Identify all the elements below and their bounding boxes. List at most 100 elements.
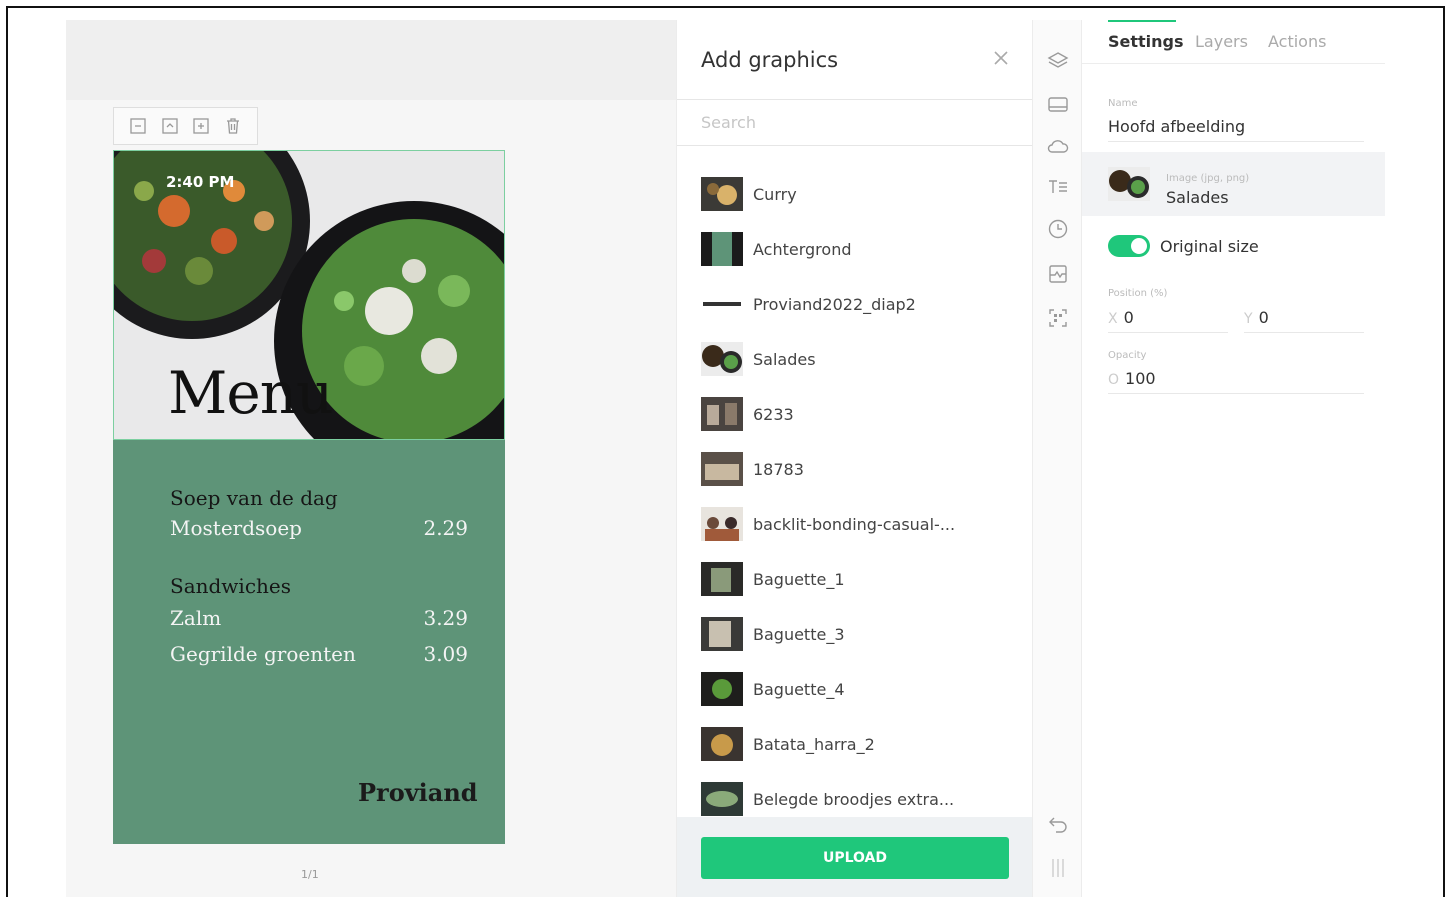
name-field[interactable]: Hoofd afbeelding: [1108, 117, 1245, 136]
graphic-item-belegde-broodjes[interactable]: Belegde broodjes extra...: [701, 779, 1021, 819]
thumbnail: [701, 672, 743, 706]
item-name: Mosterdsoep: [170, 516, 302, 540]
settings-panel: Settings Layers Actions Name Hoofd afbee…: [1082, 20, 1385, 897]
graphic-item-salades[interactable]: Salades: [701, 339, 1021, 379]
qr-scan-icon[interactable]: [1046, 306, 1070, 330]
menu-item: Zalm 3.29: [170, 606, 468, 630]
search-bar: [677, 100, 1033, 146]
undo-icon[interactable]: [1046, 812, 1070, 836]
opacity-label: Opacity: [1108, 350, 1147, 361]
menu-item: Gegrilde groenten 3.09: [170, 642, 468, 666]
add-graphics-panel: Add graphics Curry Achtergrond Proviand2…: [676, 20, 1033, 897]
section-heading: Sandwiches: [170, 574, 292, 598]
image-label: Image (jpg, png): [1166, 173, 1250, 184]
app-frame: 2:40 PM Menu Soep van de dag Mosterdsoep…: [6, 6, 1445, 897]
menu-design[interactable]: 2:40 PM Menu Soep van de dag Mosterdsoep…: [113, 150, 505, 844]
y-value: 0: [1258, 308, 1269, 327]
thumbnail: [701, 782, 743, 816]
item-price: 3.29: [423, 606, 468, 630]
thumbnail: [701, 177, 743, 211]
active-tab-indicator: [1108, 20, 1176, 22]
trash-icon[interactable]: [224, 117, 242, 135]
graphic-label: Baguette_4: [753, 679, 845, 699]
layers-icon[interactable]: [1046, 49, 1070, 73]
item-name: Gegrilde groenten: [170, 642, 356, 666]
graphic-label: Curry: [753, 184, 797, 204]
text-icon[interactable]: [1046, 175, 1070, 199]
original-size-label: Original size: [1160, 237, 1259, 256]
item-price: 2.29: [423, 516, 468, 540]
x-value: 0: [1123, 308, 1134, 327]
divider: [1244, 332, 1364, 333]
graphic-label: Belegde broodjes extra...: [753, 789, 955, 809]
position-y-field[interactable]: Y0: [1244, 308, 1269, 327]
thumbnail: [701, 342, 743, 376]
menu-item: Mosterdsoep 2.29: [170, 516, 468, 540]
graphic-label: Proviand2022_diap2: [753, 294, 916, 314]
image-icon[interactable]: [1046, 262, 1070, 286]
item-name: Zalm: [170, 606, 222, 630]
graphic-item-proviand[interactable]: Proviand2022_diap2: [701, 284, 1021, 324]
graphic-label: Salades: [753, 349, 816, 369]
tool-rail: [1032, 20, 1082, 897]
graphic-label: backlit-bonding-casual-...: [753, 514, 956, 534]
graphic-item-baguette-1[interactable]: Baguette_1: [701, 559, 1021, 599]
position-x-field[interactable]: X0: [1108, 308, 1134, 327]
close-icon[interactable]: [991, 48, 1011, 68]
search-input[interactable]: [701, 110, 1001, 134]
divider: [1108, 332, 1228, 333]
salad-photo[interactable]: 2:40 PM Menu: [113, 150, 505, 440]
thumbnail: [701, 452, 743, 486]
graphic-label: Baguette_1: [753, 569, 845, 589]
graphic-label: 18783: [753, 459, 804, 479]
upload-button[interactable]: UPLOAD: [701, 837, 1009, 879]
graphic-item-baguette-4[interactable]: Baguette_4: [701, 669, 1021, 709]
image-thumbnail: [1108, 167, 1150, 201]
graphic-label: Achtergrond: [753, 239, 852, 259]
page-indicator: 1/1: [301, 868, 319, 881]
opacity-field[interactable]: O 100: [1108, 369, 1156, 388]
panel-footer: UPLOAD: [677, 817, 1033, 897]
section-heading: Soep van de dag: [170, 486, 338, 510]
graphic-item-6233[interactable]: 6233: [701, 394, 1021, 434]
screen-icon[interactable]: [1046, 93, 1070, 117]
tab-layers[interactable]: Layers: [1195, 32, 1248, 51]
thumbnail: [701, 562, 743, 596]
graphic-item-18783[interactable]: 18783: [701, 449, 1021, 489]
graphic-item-batata-harra[interactable]: Batata_harra_2: [701, 724, 1021, 764]
add-icon[interactable]: [192, 117, 210, 135]
thumbnail: [701, 287, 743, 321]
divider: [1108, 393, 1364, 394]
collapse-icon[interactable]: [129, 117, 147, 135]
image-value: Salades: [1166, 188, 1229, 207]
design-canvas[interactable]: 2:40 PM Menu Soep van de dag Mosterdsoep…: [66, 20, 678, 897]
tab-bar: Settings Layers Actions: [1082, 20, 1385, 64]
element-toolbar: [113, 107, 258, 145]
brand-logo: Proviand: [358, 778, 478, 807]
graphic-item-curry[interactable]: Curry: [701, 174, 1021, 214]
graphic-label: Baguette_3: [753, 624, 845, 644]
canvas-topbar: [66, 20, 678, 100]
graphic-item-achtergrond[interactable]: Achtergrond: [701, 229, 1021, 269]
panel-header: Add graphics: [677, 20, 1033, 100]
cloud-icon[interactable]: [1046, 134, 1070, 158]
x-axis-label: X: [1108, 311, 1118, 327]
original-size-toggle[interactable]: [1108, 235, 1150, 257]
phone-time: 2:40 PM: [166, 173, 235, 191]
tab-actions[interactable]: Actions: [1268, 32, 1326, 51]
menu-title[interactable]: Menu: [168, 359, 333, 427]
image-field[interactable]: Image (jpg, png) Salades: [1082, 152, 1385, 216]
thumbnail: [701, 617, 743, 651]
position-label: Position (%): [1108, 288, 1168, 299]
graphic-label: 6233: [753, 404, 794, 424]
name-label: Name: [1108, 98, 1138, 109]
tab-settings[interactable]: Settings: [1108, 32, 1184, 51]
graphic-item-backlit[interactable]: backlit-bonding-casual-...: [701, 504, 1021, 544]
clock-icon[interactable]: [1046, 217, 1070, 241]
y-axis-label: Y: [1244, 311, 1253, 327]
graphic-label: Batata_harra_2: [753, 734, 875, 754]
panel-title: Add graphics: [701, 48, 839, 72]
drag-handle-icon[interactable]: [1046, 856, 1070, 880]
graphic-item-baguette-3[interactable]: Baguette_3: [701, 614, 1021, 654]
send-backward-icon[interactable]: [161, 117, 179, 135]
